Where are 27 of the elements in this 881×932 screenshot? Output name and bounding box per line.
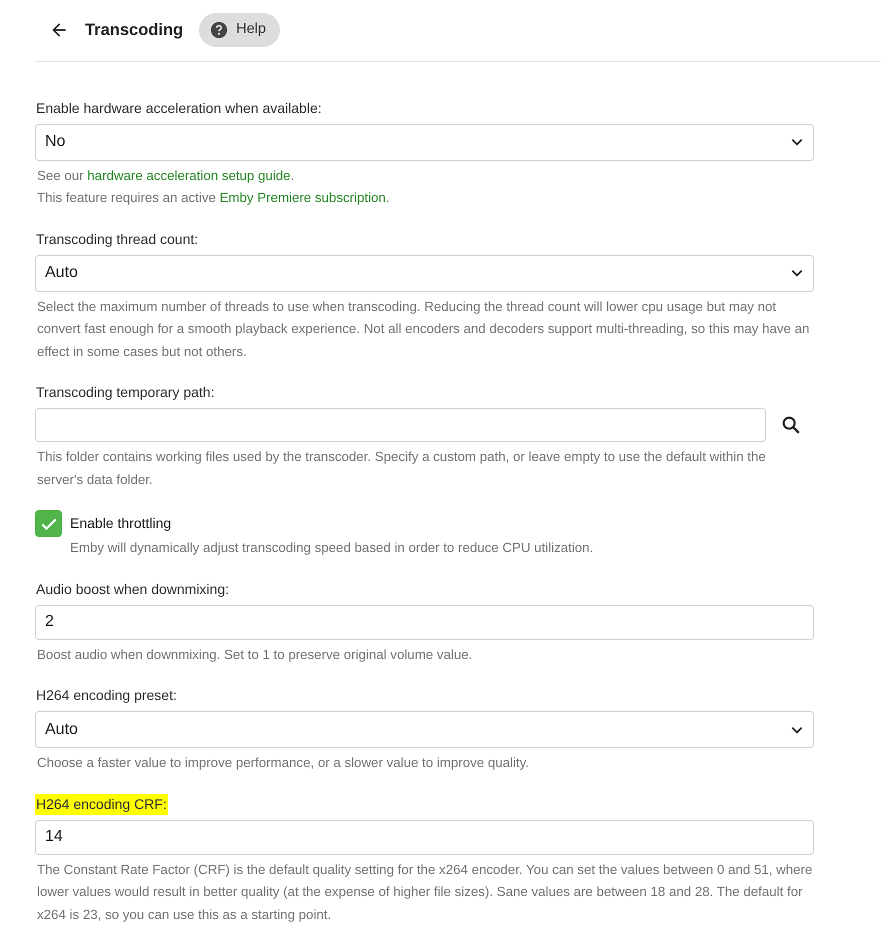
help-text: Select the maximum number of threads to use when transcoding. Reducing the thread count will lower cpu usage but may not convert fast enough for a smooth playback experience. Not all encoders and decoders support multi-threading, so this may have an effect in some cases but not others.	[37, 298, 810, 361]
help-link[interactable]: Emby Premiere subscription	[220, 190, 386, 206]
help-text: See our hardware acceleration setup guide.	[37, 166, 296, 185]
help-text: This folder contains working files used by the transcoder. Specify a custom path, or leave empty to use the default within the server's data folder.	[37, 448, 767, 489]
field-label: H264 encoding preset:	[35, 686, 178, 706]
help-text: Boost audio when downmixing. Set to 1 to preserve original volume value.	[37, 646, 474, 664]
dropdown[interactable]: Auto	[35, 254, 814, 292]
input-field[interactable]: 2	[35, 604, 814, 640]
help-text: This feature requires an active Emby Premiere subscription.	[37, 189, 391, 208]
help-text: The Constant Rate Factor (CRF) is the default quality setting for the x264 encoder. You can set the values between 0 and 51, where lower values would result in better quality (at the expense of higher file sizes). Sane values are between 18 and 28. The default for x264 is 23, so you can use this as a starting point.	[37, 860, 814, 924]
help-button[interactable]: Help	[199, 13, 280, 47]
field-label: Transcoding temporary path:	[35, 383, 216, 402]
checkbox-label: Enable throttling	[70, 514, 172, 534]
help-text: Choose a faster value to improve performance, or a slower value to improve quality.	[37, 754, 530, 772]
field-label: Transcoding thread count:	[35, 230, 200, 249]
input-field[interactable]: 14	[35, 820, 814, 855]
help-link[interactable]: hardware acceleration setup guide	[87, 168, 291, 183]
field-label: Enable hardware acceleration when available:	[35, 98, 323, 118]
help-icon	[210, 20, 228, 39]
field-label: H264 encoding CRF:	[35, 794, 168, 815]
search-button[interactable]	[780, 414, 802, 436]
checkbox[interactable]	[35, 510, 62, 538]
dropdown[interactable]: No	[35, 124, 814, 161]
field-label: Audio boost when downmixing:	[35, 580, 230, 599]
page-title: Transcoding	[85, 20, 184, 40]
help-text: Emby will dynamically adjust transcoding speed based in order to reduce CPU utilization.	[70, 539, 594, 558]
dropdown[interactable]: Auto	[35, 711, 814, 748]
